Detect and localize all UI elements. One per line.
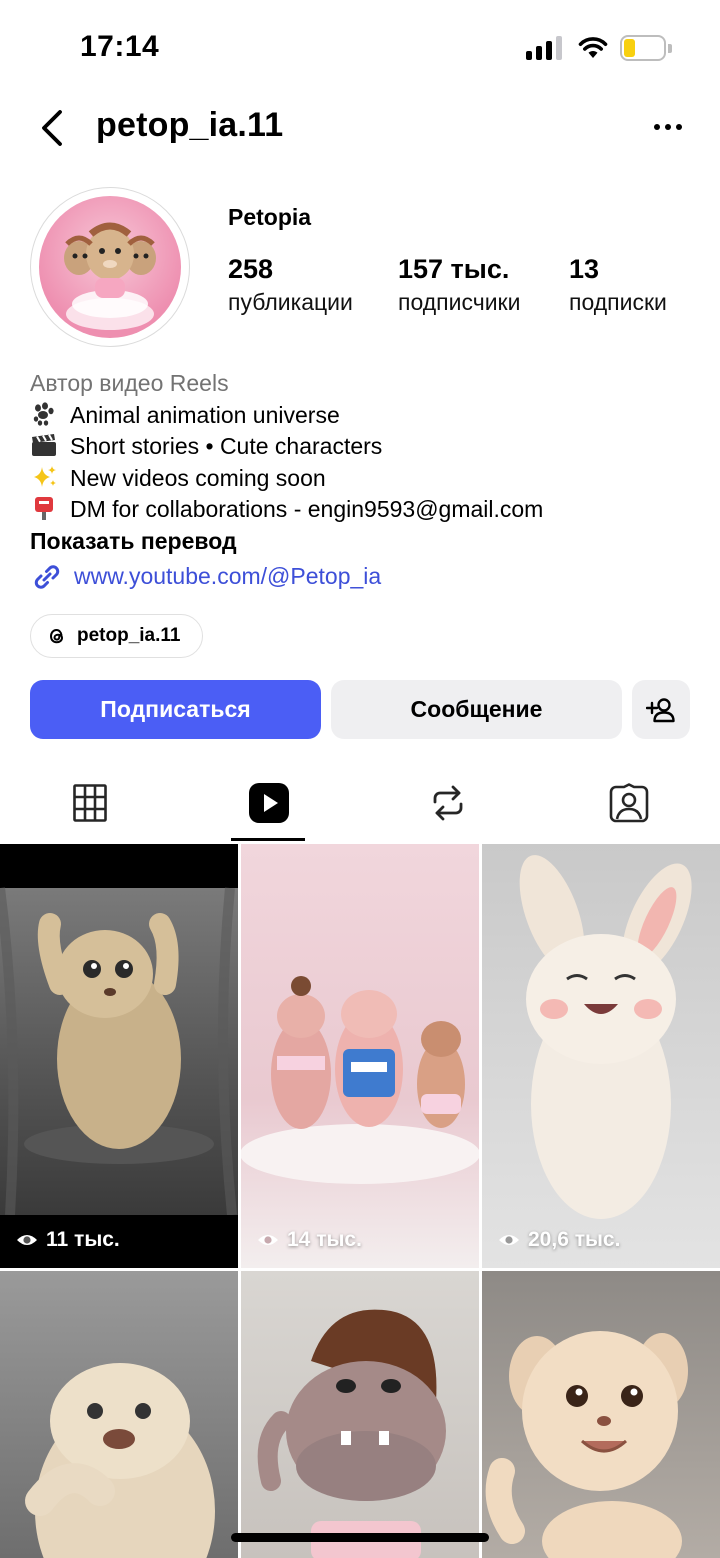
reel-thumbnail-image	[482, 1271, 720, 1558]
suggested-people-button[interactable]	[632, 680, 690, 739]
stat-posts-value: 258	[228, 254, 274, 284]
profile-bio: Автор видео Reels Animal animation unive…	[30, 368, 690, 593]
reel-thumbnail[interactable]: 14 тыс.	[241, 844, 479, 1268]
bio-line: New videos coming soon	[30, 463, 690, 495]
stat-followers-value: 157 тыс.	[398, 254, 510, 284]
reel-thumbnail-image	[241, 844, 479, 1268]
cellular-signal-icon	[526, 36, 562, 60]
stat-following-label: подписки	[569, 289, 667, 315]
repost-icon	[433, 785, 463, 821]
active-tab-indicator	[231, 838, 305, 841]
bio-line-text: Short stories • Cute characters	[70, 433, 383, 459]
reel-views-count: 14 тыс.	[287, 1228, 362, 1251]
stat-followers[interactable]: 157 тыс. подписчики	[398, 254, 520, 316]
reel-thumbnail[interactable]	[482, 1271, 720, 1558]
reels-play-icon	[249, 783, 289, 823]
bio-line: Animal animation universe	[30, 400, 690, 432]
stat-followers-label: подписчики	[398, 289, 521, 315]
tagged-person-icon	[609, 783, 649, 823]
reel-views-count: 11 тыс.	[46, 1228, 120, 1251]
show-translation-link[interactable]: Показать перевод	[30, 526, 690, 558]
wifi-icon	[578, 37, 608, 58]
tab-grid[interactable]	[52, 775, 128, 831]
threads-badge[interactable]: petop_ia.11	[30, 614, 203, 658]
display-name: Petopia	[228, 204, 312, 230]
status-time: 17:14	[80, 30, 160, 63]
profile-username: petop_ia.11	[96, 106, 284, 144]
stat-posts-label: публикации	[228, 289, 353, 315]
person-add-icon	[646, 697, 675, 722]
reel-views-count: 20,6 тыс.	[528, 1228, 621, 1251]
reel-thumbnail[interactable]	[241, 1271, 479, 1558]
clapper-board-icon	[32, 434, 56, 456]
reel-thumbnail-image	[0, 887, 238, 1268]
reel-thumbnail-image	[482, 844, 720, 1268]
reel-views: 11 тыс.	[16, 1228, 120, 1252]
tab-reels[interactable]	[231, 775, 307, 831]
bio-line-text: DM for collaborations - engin9593@gmail.…	[70, 496, 544, 522]
tab-reposts[interactable]	[410, 775, 486, 831]
bio-link[interactable]: www.youtube.com/@Petop_ia	[30, 561, 690, 593]
reel-thumbnail[interactable]: 11 тыс.	[0, 844, 238, 1268]
threads-icon	[49, 628, 64, 644]
threads-handle: petop_ia.11	[77, 625, 181, 646]
eye-icon	[499, 1235, 519, 1245]
sparkles-icon	[34, 465, 56, 487]
reel-thumbnail[interactable]	[0, 1271, 238, 1558]
home-indicator[interactable]	[231, 1533, 489, 1542]
reel-thumbnail-image	[241, 1271, 479, 1558]
eye-icon	[258, 1235, 278, 1245]
status-bar: 17:14	[0, 0, 720, 96]
reel-views: 14 тыс.	[257, 1228, 362, 1252]
link-icon	[34, 565, 60, 589]
paw-prints-icon	[33, 401, 54, 426]
message-button[interactable]: Сообщение	[331, 680, 622, 739]
bio-line-text: New videos coming soon	[70, 464, 326, 491]
stat-following[interactable]: 13 подписки	[569, 254, 667, 316]
follow-button[interactable]: Подписаться	[30, 680, 321, 739]
bio-line: Short stories • Cute characters	[30, 431, 690, 463]
eye-icon	[17, 1235, 37, 1245]
grid-icon	[73, 784, 107, 822]
chevron-left-icon[interactable]	[34, 106, 74, 150]
more-horizontal-icon[interactable]	[648, 114, 688, 142]
postbox-icon	[35, 497, 53, 520]
reel-views: 20,6 тыс.	[498, 1228, 620, 1252]
bio-line: DM for collaborations - engin9593@gmail.…	[30, 494, 690, 526]
tab-tagged[interactable]	[591, 775, 667, 831]
reels-grid: 11 тыс. 14 тыс. 20,6 тыс.	[0, 844, 720, 1558]
reel-thumbnail-image	[0, 1271, 238, 1558]
avatar-image	[39, 196, 181, 338]
bio-category: Автор видео Reels	[30, 370, 229, 396]
bio-link-text[interactable]: www.youtube.com/@Petop_ia	[74, 563, 381, 589]
reel-thumbnail[interactable]: 20,6 тыс.	[482, 844, 720, 1268]
bio-line-text: Animal animation universe	[70, 401, 340, 428]
battery-icon	[620, 35, 672, 61]
profile-avatar[interactable]	[30, 187, 190, 347]
stat-posts[interactable]: 258 публикации	[228, 254, 353, 316]
stat-following-value: 13	[569, 254, 600, 284]
